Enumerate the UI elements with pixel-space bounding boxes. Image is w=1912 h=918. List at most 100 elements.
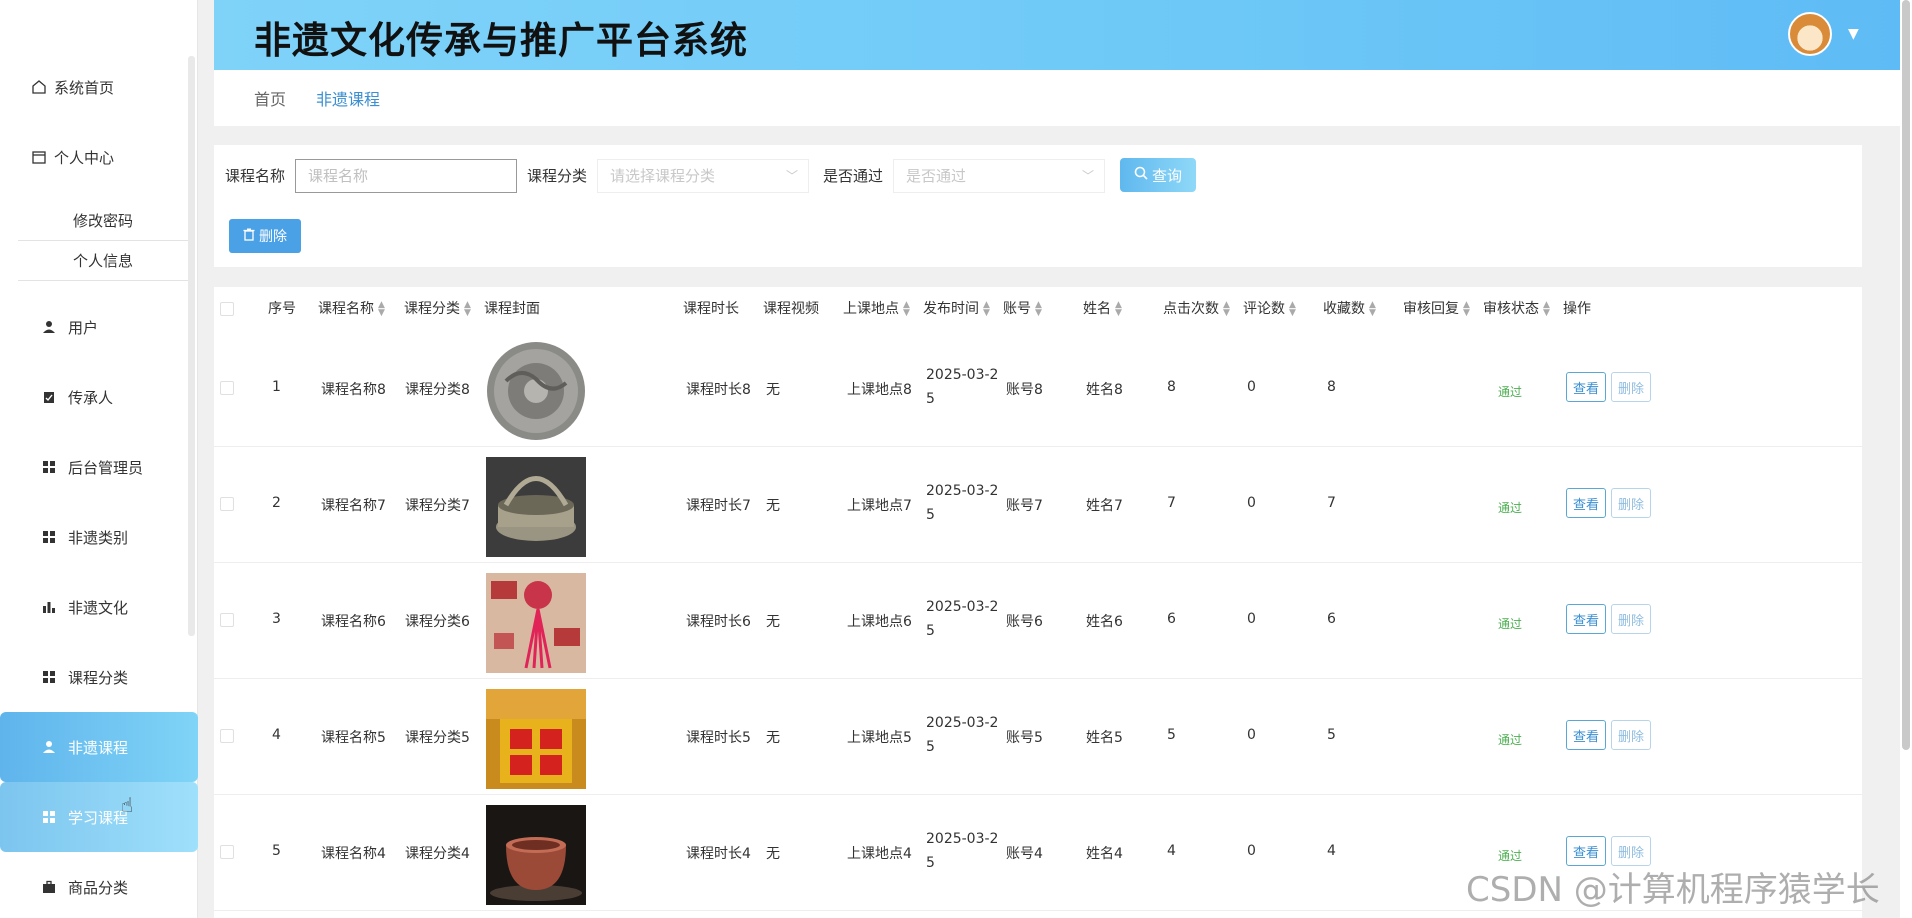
- cell-category: 课程分类6: [405, 614, 470, 630]
- cell-person: 姓名4: [1086, 846, 1123, 862]
- cell-person: 姓名8: [1086, 382, 1123, 398]
- page-scrollbar-thumb[interactable]: [1902, 0, 1910, 750]
- bar-chart-icon: [40, 598, 58, 616]
- row-checkbox[interactable]: [220, 729, 234, 743]
- grid-icon: [40, 528, 58, 546]
- sort-icon: ▲ ▼: [1289, 300, 1296, 318]
- cell-favorites: 4: [1327, 843, 1336, 859]
- col-header-person[interactable]: 姓名 ▲ ▼: [1083, 287, 1122, 331]
- sidebar-item-course-category[interactable]: 课程分类: [0, 642, 198, 712]
- sidebar-subitem-personal-info[interactable]: 个人信息: [18, 241, 188, 281]
- pass-status-label: 是否通过: [823, 167, 884, 185]
- search-button[interactable]: 查询: [1120, 158, 1196, 192]
- cell-account: 账号8: [1006, 382, 1043, 398]
- cell-video: 无: [766, 614, 780, 630]
- view-button[interactable]: 查看: [1566, 488, 1606, 518]
- cell-account: 账号7: [1006, 498, 1043, 514]
- col-header-publish-time[interactable]: 发布时间 ▲ ▼: [923, 287, 990, 331]
- sidebar-item-inheritors[interactable]: 传承人: [0, 362, 198, 432]
- cell-person: 姓名7: [1086, 498, 1123, 514]
- table-row: 3 课程名称6 课程分类6 课程时长6 无 上课地点6 2025-03-2 5 …: [214, 563, 1862, 679]
- delete-button[interactable]: 删除: [1611, 720, 1651, 750]
- delete-button[interactable]: 删除: [1611, 604, 1651, 634]
- col-header-name[interactable]: 课程名称 ▲ ▼: [318, 287, 385, 331]
- status-badge: 通过: [1498, 385, 1523, 399]
- cell-publish-time: 2025-03-2: [926, 715, 999, 731]
- select-all-checkbox[interactable]: [220, 302, 234, 316]
- course-name-input[interactable]: 课程名称: [295, 159, 517, 193]
- cell-duration: 课程时长5: [686, 730, 751, 746]
- col-header-review-status[interactable]: 审核状态 ▲ ▼: [1483, 287, 1550, 331]
- sidebar-item-heritage-course[interactable]: 非遗课程: [0, 712, 198, 782]
- cell-no: 1: [272, 379, 281, 395]
- caret-down-icon[interactable]: ▼: [1848, 26, 1859, 42]
- cell-category: 课程分类4: [405, 846, 470, 862]
- view-button[interactable]: 查看: [1566, 604, 1606, 634]
- cell-favorites: 8: [1327, 379, 1336, 395]
- grid-icon: [40, 458, 58, 476]
- sidebar-item-product-category[interactable]: 商品分类: [0, 852, 198, 918]
- row-checkbox[interactable]: [220, 381, 234, 395]
- home-icon: [30, 78, 48, 96]
- course-cover-image: [486, 689, 586, 789]
- col-header-location[interactable]: 上课地点 ▲ ▼: [843, 287, 910, 331]
- view-button[interactable]: 查看: [1566, 372, 1606, 402]
- sidebar-item-admins[interactable]: 后台管理员: [0, 432, 198, 502]
- row-checkbox[interactable]: [220, 497, 234, 511]
- col-header-actions: 操作: [1563, 301, 1591, 317]
- cell-publish-time: 5: [926, 507, 935, 523]
- status-badge: 通过: [1498, 501, 1523, 515]
- cell-no: 4: [272, 727, 281, 743]
- col-header-account[interactable]: 账号 ▲ ▼: [1003, 287, 1042, 331]
- col-header-video: 课程视频: [763, 301, 819, 317]
- sidebar: 系统首页 个人中心 修改密码 个人信息 用户 传承人 后台管理员 非遗类别 非遗…: [0, 0, 198, 918]
- sort-icon: ▲ ▼: [1223, 300, 1230, 318]
- sidebar-item-users[interactable]: 用户: [0, 292, 198, 362]
- view-button[interactable]: 查看: [1566, 720, 1606, 750]
- col-header-duration: 课程时长: [683, 301, 739, 317]
- cell-name: 课程名称5: [321, 730, 386, 746]
- row-checkbox[interactable]: [220, 845, 234, 859]
- cell-comments: 0: [1247, 843, 1256, 859]
- sort-icon: ▲ ▼: [1369, 300, 1376, 318]
- col-header-favorites[interactable]: 收藏数 ▲ ▼: [1323, 287, 1376, 331]
- bulk-delete-button[interactable]: 删除: [229, 219, 301, 253]
- col-header-category[interactable]: 课程分类 ▲ ▼: [404, 287, 471, 331]
- course-category-select[interactable]: 请选择课程分类 ﹀: [597, 159, 809, 193]
- cell-category: 课程分类7: [405, 498, 470, 514]
- sidebar-item-heritage-culture[interactable]: 非遗文化: [0, 572, 198, 642]
- pass-status-select[interactable]: 是否通过 ﹀: [893, 159, 1105, 193]
- sidebar-item-profile-center[interactable]: 个人中心: [0, 122, 198, 192]
- col-header-comments[interactable]: 评论数 ▲ ▼: [1243, 287, 1296, 331]
- delete-button[interactable]: 删除: [1611, 488, 1651, 518]
- cell-location: 上课地点8: [847, 382, 912, 398]
- breadcrumb-current: 非遗课程: [316, 90, 381, 109]
- sidebar-item-study-course[interactable]: 学习课程: [0, 782, 198, 852]
- sort-icon: ▲ ▼: [464, 300, 471, 318]
- col-header-cover: 课程封面: [484, 301, 540, 317]
- course-name-label: 课程名称: [225, 167, 286, 185]
- watermark: CSDN @计算机程序猿学长: [1466, 870, 1880, 910]
- sidebar-item-heritage-category[interactable]: 非遗类别: [0, 502, 198, 572]
- col-header-review-reply[interactable]: 审核回复 ▲ ▼: [1403, 287, 1470, 331]
- sidebar-subitem-change-password[interactable]: 修改密码: [18, 201, 188, 241]
- page-scrollbar[interactable]: [1900, 0, 1912, 918]
- cell-comments: 0: [1247, 611, 1256, 627]
- cell-account: 账号4: [1006, 846, 1043, 862]
- cell-favorites: 6: [1327, 611, 1336, 627]
- top-header: 非遗文化传承与推广平台系统 ▼: [214, 0, 1902, 70]
- cell-duration: 课程时长4: [686, 846, 751, 862]
- avatar-icon[interactable]: [1788, 12, 1832, 56]
- col-header-clicks[interactable]: 点击次数 ▲ ▼: [1163, 287, 1230, 331]
- cell-video: 无: [766, 382, 780, 398]
- row-checkbox[interactable]: [220, 613, 234, 627]
- breadcrumb-home[interactable]: 首页: [254, 86, 286, 110]
- filter-panel: 课程名称 课程名称 课程分类 请选择课程分类 ﹀ 是否通过 是否通过 ﹀ 查询 …: [214, 145, 1862, 267]
- clipboard-icon: [40, 388, 58, 406]
- cell-video: 无: [766, 846, 780, 862]
- cell-video: 无: [766, 730, 780, 746]
- sidebar-item-home[interactable]: 系统首页: [0, 52, 198, 122]
- cell-publish-time: 2025-03-2: [926, 483, 999, 499]
- delete-button[interactable]: 删除: [1611, 372, 1651, 402]
- course-cover-image: [486, 341, 586, 441]
